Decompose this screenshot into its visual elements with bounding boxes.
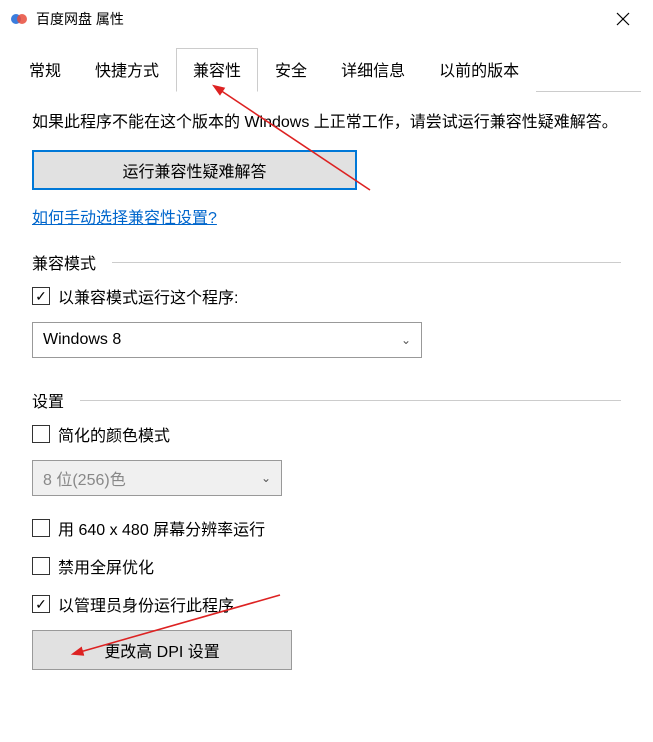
tabs: 常规 快捷方式 兼容性 安全 详细信息 以前的版本 — [12, 48, 641, 92]
chevron-down-icon: ⌄ — [401, 333, 411, 347]
run-as-admin-checkbox[interactable] — [32, 595, 50, 613]
tab-general[interactable]: 常规 — [12, 48, 78, 92]
divider — [80, 400, 621, 401]
compat-mode-checkbox[interactable] — [32, 287, 50, 305]
run-troubleshooter-button[interactable]: 运行兼容性疑难解答 — [32, 150, 357, 190]
tab-body-compatibility: 如果此程序不能在这个版本的 Windows 上正常工作，请尝试运行兼容性疑难解答… — [12, 92, 641, 718]
chevron-down-icon: ⌄ — [261, 471, 271, 485]
close-button[interactable] — [603, 4, 643, 34]
compat-mode-label: 以兼容模式运行这个程序: — [58, 284, 238, 308]
dpi-settings-button[interactable]: 更改高 DPI 设置 — [32, 630, 292, 670]
divider — [112, 262, 621, 263]
color-depth-value: 8 位(256)色 — [43, 466, 126, 490]
reduced-color-checkbox[interactable] — [32, 425, 50, 443]
window-title: 百度网盘 属性 — [36, 9, 603, 29]
settings-group: 设置 简化的颜色模式 8 位(256)色 ⌄ 用 640 x 480 屏幕分辨率… — [32, 388, 621, 670]
run-as-admin-label: 以管理员身份运行此程序 — [58, 592, 234, 616]
tab-security[interactable]: 安全 — [258, 48, 324, 92]
tab-shortcut[interactable]: 快捷方式 — [78, 48, 176, 92]
color-depth-select: 8 位(256)色 ⌄ — [32, 460, 282, 496]
tab-previous-versions[interactable]: 以前的版本 — [422, 48, 536, 92]
close-icon — [616, 12, 630, 26]
compat-description: 如果此程序不能在这个版本的 Windows 上正常工作，请尝试运行兼容性疑难解答… — [32, 110, 621, 136]
disable-fullscreen-label: 禁用全屏优化 — [58, 554, 154, 578]
tab-compatibility[interactable]: 兼容性 — [176, 48, 258, 92]
titlebar: 百度网盘 属性 — [0, 0, 653, 38]
low-res-checkbox[interactable] — [32, 519, 50, 537]
tab-details[interactable]: 详细信息 — [324, 48, 422, 92]
compat-mode-group: 兼容模式 以兼容模式运行这个程序: Windows 8 ⌄ — [32, 250, 621, 358]
low-res-label: 用 640 x 480 屏幕分辨率运行 — [58, 516, 265, 540]
app-icon — [10, 10, 28, 28]
manual-settings-link[interactable]: 如何手动选择兼容性设置? — [32, 204, 217, 228]
disable-fullscreen-checkbox[interactable] — [32, 557, 50, 575]
compat-os-select[interactable]: Windows 8 ⌄ — [32, 322, 422, 358]
compat-os-value: Windows 8 — [43, 331, 121, 349]
reduced-color-label: 简化的颜色模式 — [58, 422, 170, 446]
